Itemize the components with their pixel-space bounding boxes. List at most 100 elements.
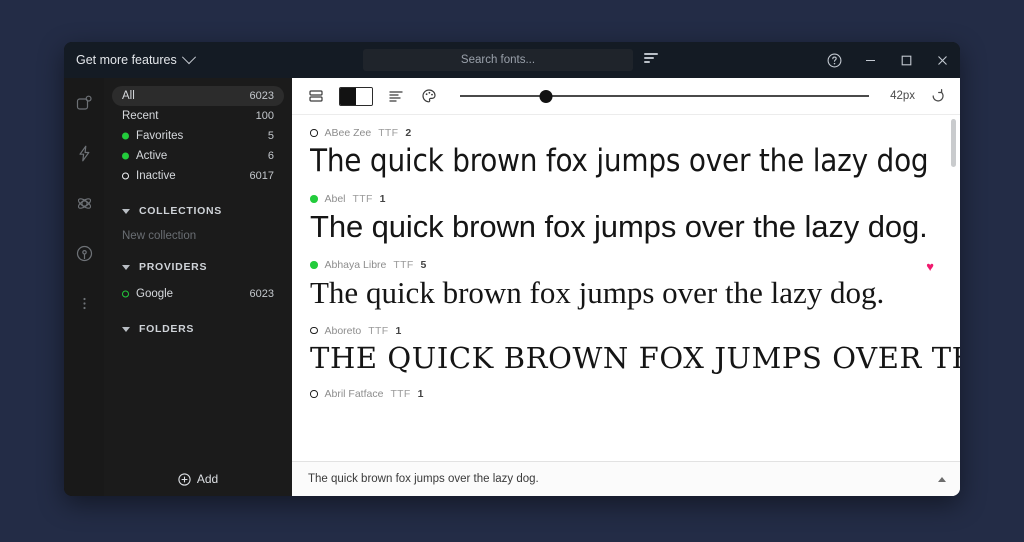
font-size-slider[interactable] <box>460 86 870 106</box>
font-list-item[interactable]: Abril Fatface TTF 1 <box>310 386 960 411</box>
sidebar-item-inactive[interactable]: Inactive 6017 <box>112 166 284 186</box>
font-size-label: 42px <box>890 90 915 102</box>
chevron-up-icon[interactable] <box>938 476 946 482</box>
broadcast-icon[interactable] <box>71 240 97 266</box>
preview-text-bar <box>292 461 960 496</box>
chevron-down-icon <box>181 50 196 65</box>
preview-text-input[interactable] <box>306 472 938 486</box>
font-name-label: Abhaya Libre <box>324 258 387 271</box>
more-vertical-icon[interactable] <box>71 290 97 316</box>
add-button-label: Add <box>196 472 219 486</box>
font-list-item[interactable]: Aboreto TTF 1 The quick brown fox jumps ove… <box>310 323 960 386</box>
font-styles-count: 1 <box>379 192 386 205</box>
font-list-item[interactable]: ABee Zee TTF 2 The quick brown fox jumps ov… <box>310 125 960 191</box>
list-view-icon[interactable] <box>306 86 326 106</box>
font-name-label: ABee Zee <box>324 127 372 139</box>
font-list-item[interactable]: Abhaya Libre TTF 5 ♥ The quick brown fox jum… <box>310 257 960 323</box>
atom-settings-icon[interactable] <box>71 190 97 216</box>
sidebar-section-label: FOLDERS <box>139 323 195 335</box>
sidebar-scroll: All 6023 Recent 100 Favorites 5 Active 6… <box>104 86 292 462</box>
sidebar-item-label: Recent <box>122 110 159 122</box>
sidebar-item-count: 6023 <box>249 90 274 102</box>
window-body: All 6023 Recent 100 Favorites 5 Active 6… <box>64 78 960 496</box>
sidebar-item-active[interactable]: Active 6 <box>112 146 284 166</box>
black-white-toggle-icon[interactable] <box>339 86 373 106</box>
add-button[interactable]: Add <box>104 462 292 496</box>
search-input[interactable] <box>363 49 633 71</box>
search-container <box>363 49 633 71</box>
sidebar-item-count: 5 <box>267 130 274 142</box>
triangle-down-icon <box>122 208 130 214</box>
status-ring-green-icon <box>122 290 129 298</box>
font-item-meta: Abhaya Libre TTF 5 <box>310 257 960 273</box>
reset-icon[interactable] <box>928 86 948 106</box>
font-list: ABee Zee TTF 2 The quick brown fox jumps ov… <box>292 115 960 461</box>
library-icon[interactable] <box>71 90 97 116</box>
color-palette-icon[interactable] <box>419 86 439 106</box>
font-format-label: TTF <box>393 258 414 271</box>
icon-rail <box>64 78 104 496</box>
font-preview-text: The quick brown fox jumps over the lazy … <box>310 208 928 244</box>
heart-icon[interactable]: ♥ <box>926 259 934 274</box>
font-preview-text: The quick brown fox jumps over the lazy … <box>310 274 885 310</box>
status-dot-green-icon[interactable] <box>310 195 318 203</box>
preview-toolbar: 42px <box>292 78 960 115</box>
font-item-meta: Aboreto TTF 1 <box>310 323 960 339</box>
new-collection-placeholder[interactable]: New collection <box>112 230 284 242</box>
close-icon[interactable] <box>924 42 960 78</box>
font-list-item[interactable]: Abel TTF 1 The quick brown fox jumps over t… <box>310 191 960 257</box>
status-dot-green-icon <box>122 152 129 160</box>
app-window: Get more features Search fonts... All 60… <box>64 42 960 496</box>
sort-icon[interactable] <box>644 53 658 66</box>
maximize-icon[interactable] <box>888 42 924 78</box>
get-more-features-button[interactable]: Get more features <box>64 50 196 67</box>
status-dot-green-icon <box>122 132 129 140</box>
sidebar-item-google[interactable]: Google 6023 <box>112 284 284 304</box>
triangle-down-icon <box>122 264 130 270</box>
font-item-meta: ABee Zee TTF 2 <box>310 125 960 141</box>
font-list-scrollbar[interactable] <box>951 119 956 457</box>
font-format-label: TTF <box>390 387 411 400</box>
sidebar-item-all[interactable]: All 6023 <box>112 86 284 106</box>
status-ring-icon[interactable] <box>310 326 318 335</box>
sidebar-section-folders[interactable]: FOLDERS <box>112 318 284 340</box>
triangle-down-icon <box>122 326 130 332</box>
font-name-label: Aboreto <box>324 324 362 337</box>
sidebar-section-collections[interactable]: COLLECTIONS <box>112 200 284 222</box>
title-bar: Get more features <box>64 42 960 78</box>
scrollbar-thumb[interactable] <box>951 119 956 167</box>
sidebar: All 6023 Recent 100 Favorites 5 Active 6… <box>104 78 292 496</box>
sidebar-section-label: COLLECTIONS <box>139 205 222 217</box>
font-styles-count: 1 <box>417 387 424 400</box>
font-format-label: TTF <box>352 192 373 205</box>
sidebar-item-label: Active <box>122 150 268 162</box>
font-styles-count: 2 <box>405 127 412 139</box>
minimize-icon[interactable] <box>852 42 888 78</box>
sidebar-item-favorites[interactable]: Favorites 5 <box>112 126 284 146</box>
font-name-label: Abril Fatface <box>324 387 384 400</box>
text-align-left-icon[interactable] <box>386 86 406 106</box>
sidebar-item-label: Favorites <box>122 130 268 142</box>
status-dot-green-icon[interactable] <box>310 261 318 269</box>
status-ring-icon[interactable] <box>310 390 318 398</box>
help-circle-icon[interactable] <box>816 42 852 78</box>
sidebar-item-label: All <box>122 90 135 102</box>
sidebar-item-label: Google <box>122 288 250 300</box>
status-ring-icon[interactable] <box>310 129 318 137</box>
sidebar-item-count: 6023 <box>249 288 274 300</box>
window-controls <box>816 42 960 78</box>
slider-thumb[interactable] <box>539 89 553 103</box>
activity-bolt-icon[interactable] <box>71 140 97 166</box>
sidebar-item-recent[interactable]: Recent 100 <box>112 106 284 126</box>
sidebar-section-providers[interactable]: PROVIDERS <box>112 256 284 278</box>
get-more-features-label: Get more features <box>76 53 177 67</box>
font-preview-text: The quick brown fox jumps over the <box>310 340 960 375</box>
font-list-container: ABee Zee TTF 2 The quick brown fox jumps ov… <box>292 115 960 461</box>
font-styles-count: 1 <box>395 324 402 337</box>
sidebar-section-label: PROVIDERS <box>139 261 208 273</box>
font-format-label: TTF <box>368 324 389 337</box>
font-preview-text: The quick brown fox jumps over the lazy … <box>310 143 929 179</box>
sidebar-item-count: 100 <box>255 110 274 122</box>
font-styles-count: 5 <box>420 258 427 271</box>
main-panel: 42px ABee Zee TTF 2 The quick brown fox jum… <box>292 78 960 496</box>
